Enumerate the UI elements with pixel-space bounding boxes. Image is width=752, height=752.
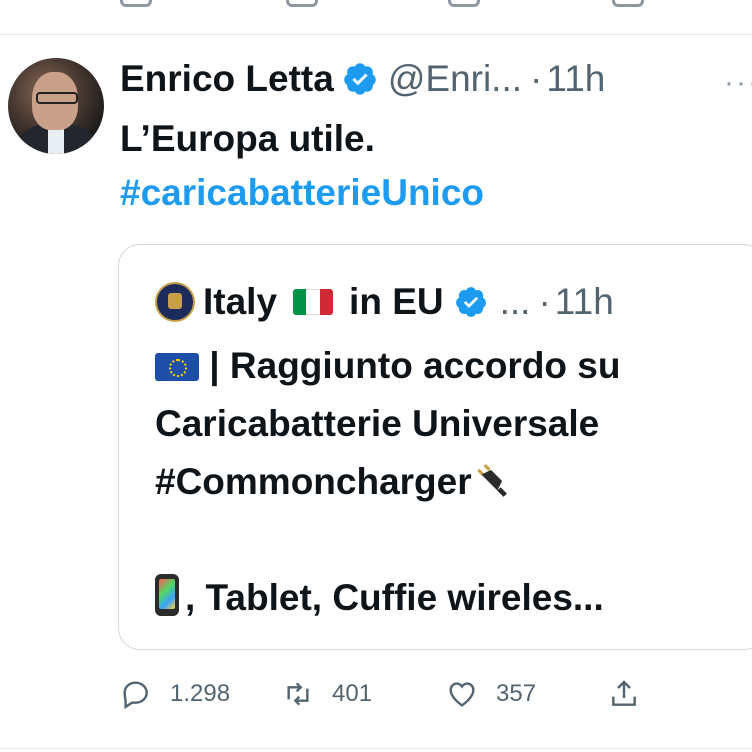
quoted-author-name: Italy bbox=[203, 281, 278, 322]
share-icon[interactable] bbox=[612, 0, 644, 7]
tweet-actions: 1.298 401 357 bbox=[120, 674, 680, 714]
like-icon bbox=[449, 682, 475, 707]
tweet-text: L’Europa utile. #caricabatterieUnico bbox=[120, 112, 484, 220]
divider bbox=[0, 34, 752, 35]
share-icon bbox=[612, 680, 636, 706]
quoted-line-3: #Commoncharger bbox=[155, 461, 472, 502]
reply-icon[interactable] bbox=[120, 0, 152, 7]
previous-tweet-actions bbox=[0, 0, 752, 34]
plug-icon bbox=[476, 464, 507, 497]
divider bbox=[0, 748, 752, 749]
tweet-time[interactable]: 11h bbox=[546, 58, 605, 100]
avatar[interactable] bbox=[8, 58, 104, 154]
quoted-text-line: , Tablet, Cuffie wireles... bbox=[155, 569, 621, 627]
retweet-icon bbox=[287, 682, 309, 706]
verified-badge-icon bbox=[344, 63, 376, 95]
retweet-count: 401 bbox=[332, 680, 373, 707]
quoted-line-2: Caricabatterie Universale bbox=[155, 403, 600, 444]
author-name[interactable]: Enrico Letta bbox=[120, 58, 334, 100]
like-count: 357 bbox=[496, 680, 537, 707]
author-handle[interactable]: @Enri... bbox=[388, 58, 522, 100]
quoted-tweet-text: | Raggiunto accordo su Caricabatterie Un… bbox=[155, 337, 621, 627]
mobile-phone-icon bbox=[155, 574, 179, 616]
time-separator: · bbox=[530, 58, 543, 99]
quoted-tweet-header: Italy in EU ... · 11h bbox=[155, 281, 614, 323]
avatar-glasses bbox=[36, 92, 78, 104]
quoted-handle: ... bbox=[499, 281, 531, 322]
quoted-line-4: , Tablet, Cuffie wireles... bbox=[185, 577, 604, 618]
more-options-icon[interactable]: ··· bbox=[724, 66, 752, 100]
like-icon[interactable] bbox=[448, 0, 480, 7]
quoted-tweet-card[interactable]: Italy in EU ... · 11h | Raggiunto accord… bbox=[118, 244, 752, 650]
quoted-avatar[interactable] bbox=[155, 282, 195, 322]
quoted-text-line: #Commoncharger bbox=[155, 453, 621, 511]
time-separator: · bbox=[538, 281, 551, 322]
retweet-icon[interactable] bbox=[286, 0, 318, 7]
verified-badge-icon bbox=[455, 287, 486, 317]
reply-icon bbox=[123, 681, 148, 710]
reply-button[interactable]: 1.298 bbox=[120, 674, 230, 714]
eu-flag-icon bbox=[155, 353, 199, 381]
quoted-author-name-suffix: in EU bbox=[349, 281, 444, 322]
tweet-text-line: L’Europa utile. bbox=[120, 118, 375, 159]
hashtag-link[interactable]: #caricabatterieUnico bbox=[120, 166, 484, 220]
share-button[interactable] bbox=[608, 674, 640, 714]
quoted-blank-line bbox=[155, 511, 621, 569]
tweet-header: Enrico Letta @Enri... · 11h bbox=[120, 54, 605, 104]
like-button[interactable]: 357 bbox=[446, 674, 536, 714]
quoted-text-line: | Raggiunto accordo su bbox=[155, 337, 621, 395]
retweet-button[interactable]: 401 bbox=[282, 674, 372, 714]
quoted-time: 11h bbox=[554, 281, 614, 322]
italy-flag-icon bbox=[293, 289, 334, 315]
quoted-line-1: | Raggiunto accordo su bbox=[209, 345, 621, 386]
reply-count: 1.298 bbox=[170, 680, 231, 707]
